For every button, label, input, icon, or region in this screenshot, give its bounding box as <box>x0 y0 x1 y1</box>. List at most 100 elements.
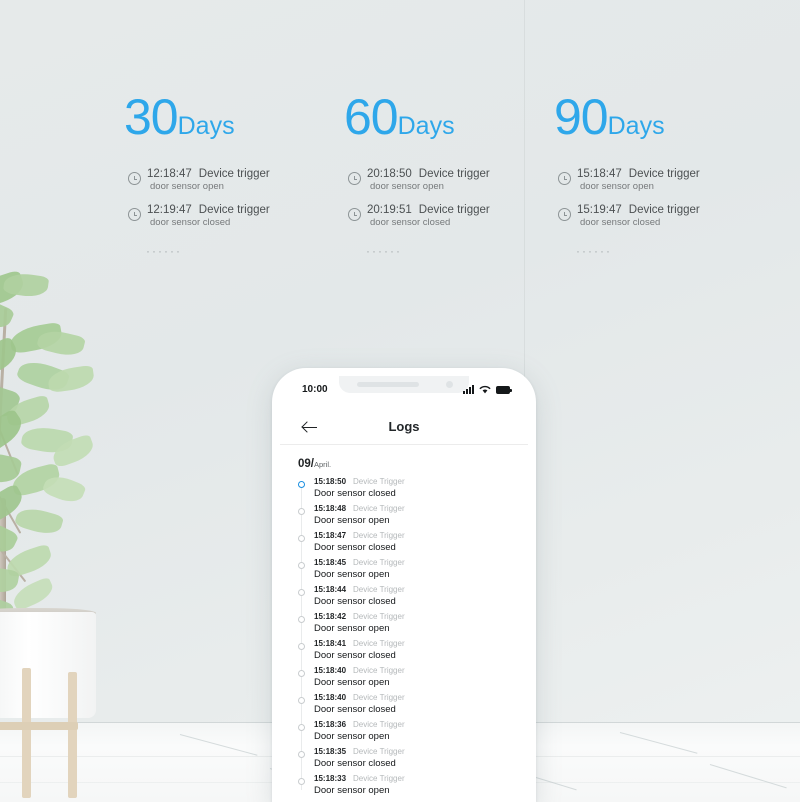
log-headline: 15:18:47 Device Trigger <box>314 531 528 540</box>
log-time: 15:18:42 <box>314 612 347 621</box>
more-ellipsis: ······ <box>576 244 612 258</box>
date-month: April. <box>314 460 332 469</box>
list-item[interactable]: 15:18:45 Device Trigger Door sensor open <box>298 558 528 580</box>
clock-icon <box>128 208 141 221</box>
log-message: Door sensor closed <box>314 650 396 661</box>
card-unit: Days <box>397 112 455 140</box>
retention-card-30: 30Days 12:18:47 Device trigger door senso… <box>124 92 364 258</box>
list-item[interactable]: 15:18:50 Device Trigger Door sensor close… <box>298 477 528 499</box>
event-detail: door sensor open <box>580 181 654 192</box>
log-type: Device Trigger <box>353 504 405 513</box>
card-title: 90Days <box>554 92 794 142</box>
more-ellipsis: ······ <box>366 244 402 258</box>
card-unit: Days <box>177 112 235 140</box>
list-item[interactable]: 15:18:40 Device Trigger Door sensor close… <box>298 693 528 715</box>
log-headline: 15:18:50 Device Trigger <box>314 477 528 486</box>
log-message: Door sensor closed <box>314 596 396 607</box>
list-item[interactable]: 15:18:33 Device Trigger Door sensor open <box>298 774 528 796</box>
log-time: 15:18:47 <box>314 531 347 540</box>
log-type: Device Trigger <box>353 558 405 567</box>
log-type: Device Trigger <box>353 477 405 486</box>
log-message: Door sensor open <box>314 731 390 742</box>
log-message: Door sensor open <box>314 677 390 688</box>
card-number: 60 <box>344 89 399 145</box>
timeline-dot-icon <box>298 508 305 515</box>
event-row: 15:18:47 Device trigger door sensor open <box>558 168 794 192</box>
log-headline: 15:18:33 Device Trigger <box>314 774 528 783</box>
log-headline: 15:18:42 Device Trigger <box>314 612 528 621</box>
date-header: 09/April. <box>298 458 528 470</box>
log-time: 15:18:45 <box>314 558 347 567</box>
logs-list[interactable]: 09/April. 15:18:50 Device Trigger Door se… <box>280 445 528 802</box>
status-time: 10:00 <box>302 384 328 395</box>
clock-icon <box>558 172 571 185</box>
event-row: 20:18:50 Device trigger door sensor open <box>348 168 584 192</box>
log-message: Door sensor open <box>314 515 390 526</box>
list-item[interactable]: 15:18:48 Device Trigger Door sensor open <box>298 504 528 526</box>
timeline-dot-icon <box>298 724 305 731</box>
list-item[interactable]: 15:18:40 Device Trigger Door sensor open <box>298 666 528 688</box>
log-type: Device Trigger <box>353 666 405 675</box>
log-time: 15:18:40 <box>314 693 347 702</box>
log-message: Door sensor open <box>314 785 390 796</box>
retention-card-60: 60Days 20:18:50 Device trigger door senso… <box>344 92 584 258</box>
scene-root: 30Days 12:18:47 Device trigger door senso… <box>0 0 800 802</box>
log-type: Device Trigger <box>353 720 405 729</box>
list-item[interactable]: 15:18:41 Device Trigger Door sensor close… <box>298 639 528 661</box>
log-time: 15:18:50 <box>314 477 347 486</box>
log-type: Device Trigger <box>353 585 405 594</box>
phone-mockup: 10:00 Logs 09/April. 15:18:50 Device Tri… <box>272 368 536 802</box>
timeline-dot-icon <box>298 616 305 623</box>
nav-bar: Logs <box>280 410 528 444</box>
event-time: 20:18:50 <box>367 168 412 180</box>
timeline-dot-icon <box>298 751 305 758</box>
log-message: Door sensor closed <box>314 758 396 769</box>
log-time: 15:18:40 <box>314 666 347 675</box>
event-row: 15:19:47 Device trigger door sensor close… <box>558 204 794 228</box>
list-item[interactable]: 15:18:42 Device Trigger Door sensor open <box>298 612 528 634</box>
status-icons <box>463 385 512 394</box>
event-detail: door sensor open <box>370 181 444 192</box>
event-label: Device trigger <box>198 168 270 180</box>
event-headline: 20:19:51 Device trigger <box>367 204 584 216</box>
event-detail: door sensor open <box>150 181 224 192</box>
log-message: Door sensor closed <box>314 542 396 553</box>
stand-leg <box>22 668 31 798</box>
timeline-dot-icon <box>298 670 305 677</box>
wifi-icon <box>479 385 491 394</box>
clock-icon <box>348 208 361 221</box>
event-headline: 12:18:47 Device trigger <box>147 168 364 180</box>
event-time: 15:18:47 <box>577 168 622 180</box>
list-item[interactable]: 15:18:47 Device Trigger Door sensor close… <box>298 531 528 553</box>
log-type: Device Trigger <box>353 612 405 621</box>
white-planter <box>0 612 96 718</box>
event-time: 12:19:47 <box>147 204 192 216</box>
log-time: 15:18:41 <box>314 639 347 648</box>
log-headline: 15:18:44 Device Trigger <box>314 585 528 594</box>
timeline-dot-icon <box>298 778 305 785</box>
timeline-dot-icon <box>298 643 305 650</box>
event-label: Device trigger <box>418 168 490 180</box>
log-message: Door sensor open <box>314 569 390 580</box>
log-message: Door sensor open <box>314 623 390 634</box>
event-detail: door sensor closed <box>580 217 661 228</box>
log-headline: 15:18:41 Device Trigger <box>314 639 528 648</box>
card-unit: Days <box>607 112 665 140</box>
log-time: 15:18:44 <box>314 585 347 594</box>
clock-icon <box>128 172 141 185</box>
clock-icon <box>558 208 571 221</box>
log-message: Door sensor closed <box>314 704 396 715</box>
log-type: Device Trigger <box>353 693 405 702</box>
list-item[interactable]: 15:18:44 Device Trigger Door sensor close… <box>298 585 528 607</box>
list-item[interactable]: 15:18:35 Device Trigger Door sensor close… <box>298 747 528 769</box>
timeline-dot-icon <box>298 697 305 704</box>
log-headline: 15:18:35 Device Trigger <box>314 747 528 756</box>
event-headline: 12:19:47 Device trigger <box>147 204 364 216</box>
card-title: 60Days <box>344 92 584 142</box>
log-headline: 15:18:36 Device Trigger <box>314 720 528 729</box>
list-item[interactable]: 15:18:36 Device Trigger Door sensor open <box>298 720 528 742</box>
event-headline: 15:18:47 Device trigger <box>577 168 794 180</box>
more-ellipsis: ······ <box>146 244 182 258</box>
event-label: Device trigger <box>628 204 700 216</box>
stand-crossbar <box>0 722 78 730</box>
